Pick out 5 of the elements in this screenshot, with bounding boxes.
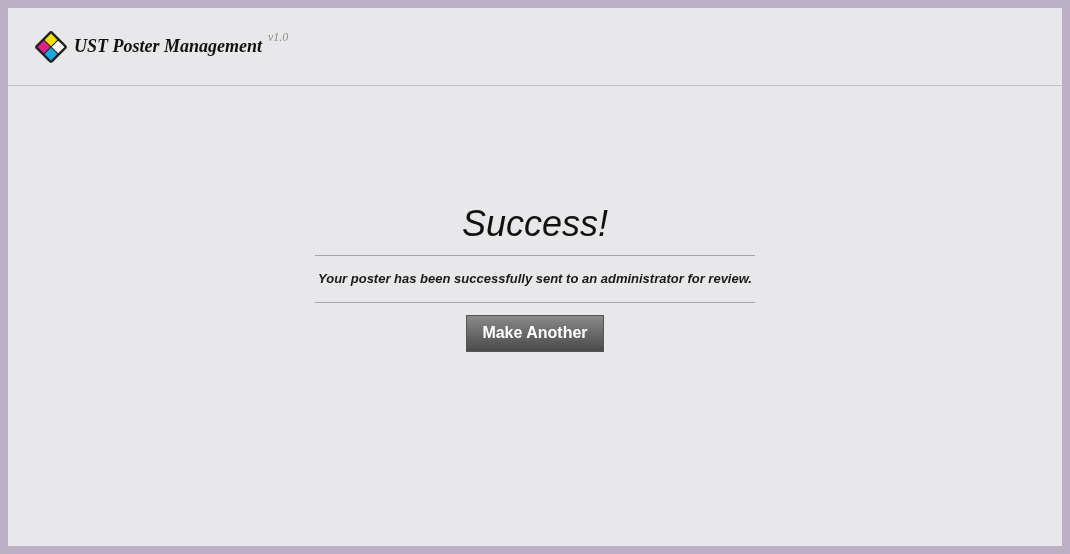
make-another-button[interactable]: Make Another bbox=[466, 314, 604, 352]
success-heading: Success! bbox=[461, 203, 609, 245]
version-label: v1.0 bbox=[268, 29, 289, 46]
success-message: Your poster has been successfully sent to an administrator for review. bbox=[318, 270, 752, 288]
app-title: UST Poster Management bbox=[74, 35, 262, 58]
